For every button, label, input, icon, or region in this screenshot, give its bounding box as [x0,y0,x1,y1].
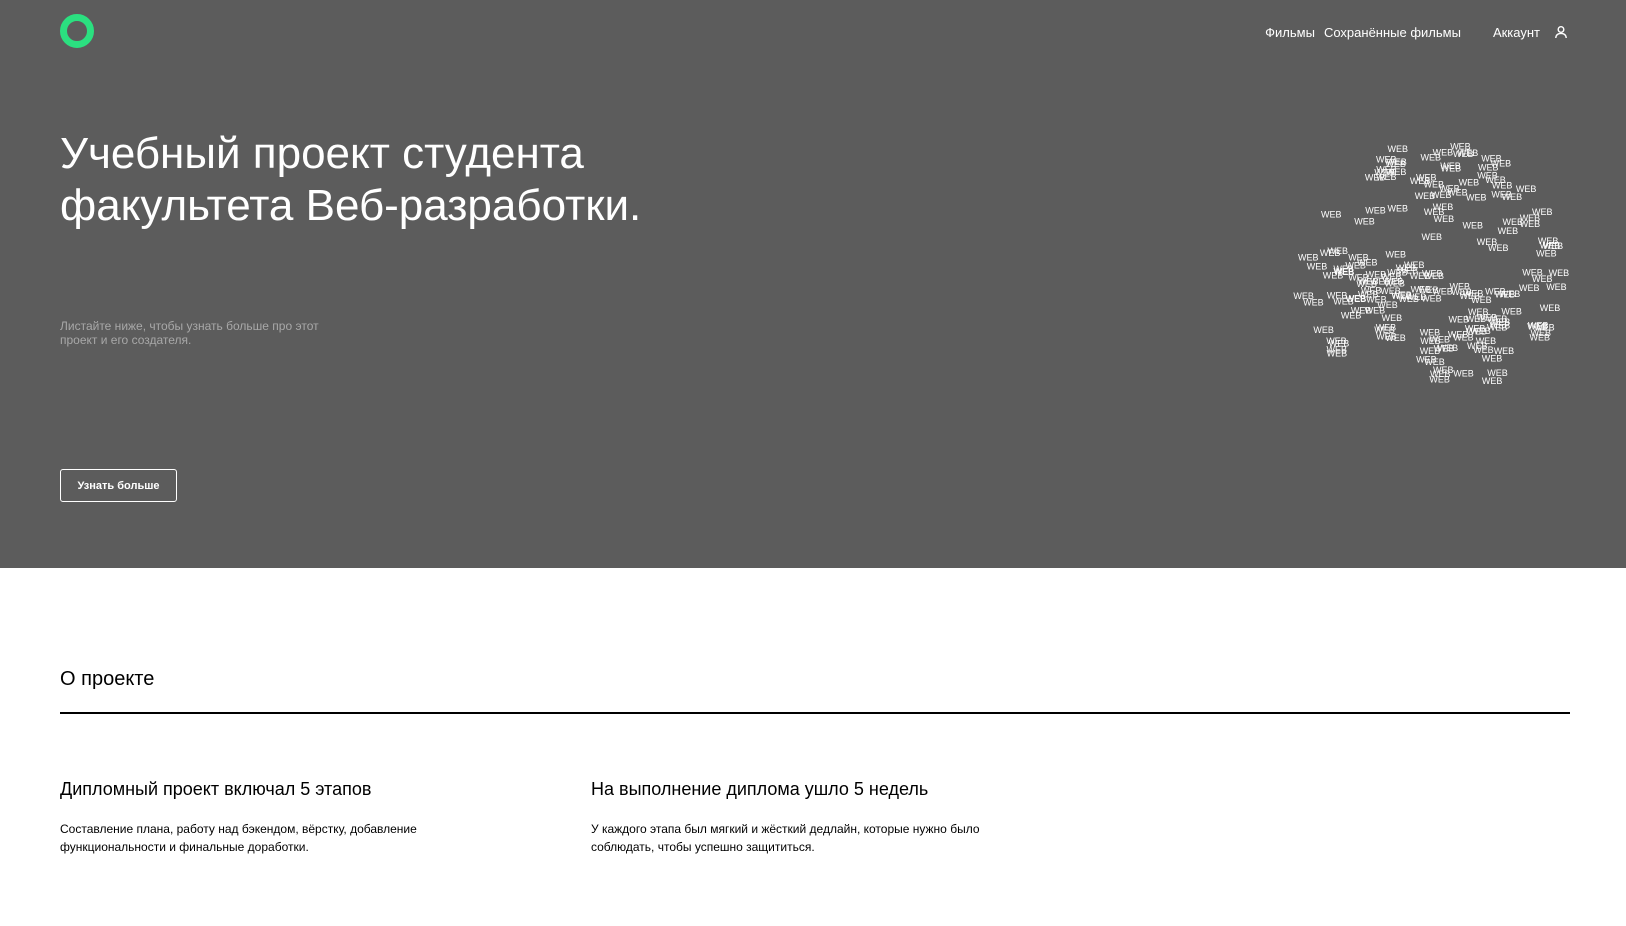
globe-web-word: WEB [1536,249,1557,259]
globe-web-word: WEB [1540,303,1561,313]
globe-web-word: WEB [1440,161,1461,171]
globe-web-word: WEB [1327,291,1348,301]
globe-web-word: WEB [1357,257,1378,267]
globe-web-word: WEB [1429,374,1450,384]
learn-more-button[interactable]: Узнать больше [60,469,177,502]
globe-web-word: WEB [1398,266,1419,276]
about-project-title: О проекте [60,668,155,690]
globe-web-word: WEB [1313,325,1334,335]
globe-web-word: WEB [1477,170,1498,180]
globe-web-word: WEB [1532,274,1553,284]
globe-web-word: WEB [1386,250,1407,260]
stages-text: Составление плана, работу над бэкендом, … [60,822,417,854]
globe-web-word: WEB [1365,173,1386,183]
globe-web-word: WEB [1356,279,1377,289]
stages-column: Дипломный проект включал 5 этапов Состав… [60,778,480,856]
globe-web-word: WEB [1487,368,1508,378]
globe-web-word: WEB [1321,209,1342,219]
globe-web-word: WEB [1424,271,1445,281]
globe-web-word: WEB [1328,246,1349,256]
weeks-heading: На выполнение диплома ушло 5 недель [591,779,929,799]
globe-web-word: WEB [1365,205,1386,215]
globe-web-word: WEB [1422,232,1443,242]
globe-web-word: WEB [1388,144,1409,154]
globe-web-word: WEB [1491,189,1512,199]
hero-title: Учебный проект студента факультета Веб-р… [60,129,642,230]
hero-section: Фильмы Сохранённые фильмы Аккаунт Учебны… [0,0,1626,568]
globe-web-word: WEB [1516,184,1537,194]
nav-films-link[interactable]: Фильмы [1265,25,1315,40]
globe-web-word: WEB [1376,332,1397,342]
globe-web-word: WEB [1439,184,1460,194]
globe-web-word: WEB [1498,226,1519,236]
stages-heading: Дипломный проект включал 5 этапов [60,779,372,799]
globe-web-word: WEB [1495,290,1516,300]
globe-web-word: WEB [1487,323,1508,333]
globe-web-word: WEB [1334,267,1355,277]
globe-web-word: WEB [1416,355,1437,365]
globe-web-word: WEB [1467,341,1488,351]
globe-web-word: WEB [1453,369,1474,379]
globe-web-word: WEB [1346,294,1367,304]
logo-icon[interactable] [60,14,94,48]
globe-web-word: WEB [1463,220,1484,230]
globe-web-word: WEB [1366,294,1387,304]
globe-web-word: WEB [1538,236,1559,246]
globe-web-word: WEB [1519,283,1540,293]
globe-web-word: WEB [1354,216,1375,226]
globe-web-word: WEB [1376,154,1397,164]
globe-web-word: WEB [1531,328,1552,338]
globe-web-word: WEB [1421,152,1442,162]
globe-web-word: WEB [1481,154,1502,164]
globe-web-word: WEB [1420,328,1441,338]
nav-account-link[interactable]: Аккаунт [1493,25,1540,40]
globe-web-word: WEB [1450,142,1471,152]
section-divider [60,712,1570,714]
globe-web-word: WEB [1392,291,1413,301]
globe-web-word: WEB [1327,345,1348,355]
globe-web-word: WEB [1466,327,1487,337]
globe-web-word: WEB [1351,306,1372,316]
globe-web-word: WEB [1307,262,1328,272]
weeks-column: На выполнение диплома ушло 5 недель У ка… [591,778,1011,856]
globe-web-word: WEB [1411,285,1432,295]
globe-web-word: WEB [1415,191,1436,201]
globe-web-word: WEB [1532,207,1553,217]
main-nav: Фильмы Сохранённые фильмы Аккаунт [1265,22,1568,42]
hero-subtitle: Листайте ниже, чтобы узнать больше про э… [60,319,319,347]
globe-web-word: WEB [1388,204,1409,214]
globe-web-word: WEB [1416,173,1437,183]
globe-web-word: WEB [1424,207,1445,217]
header: Фильмы Сохранённые фильмы Аккаунт [60,12,1568,48]
weeks-text: У каждого этапа был мягкий и жёсткий дед… [591,822,980,854]
globe-web-word: WEB [1466,192,1487,202]
globe-web-word: WEB [1460,291,1481,301]
globe-web-word: WEB [1459,177,1480,187]
web-globe-illustration: WEB WEB WEB WEB WEB WEB WEB WEB WEB WEB WEB WEB WEB W… [1293,142,1569,386]
globe-web-word: WEB [1488,243,1509,253]
nav-saved-films-link[interactable]: Сохранённые фильмы [1324,25,1461,40]
user-icon[interactable] [1554,25,1568,39]
globe-web-word: WEB [1293,291,1314,301]
globe-web-word: WEB [1494,346,1515,356]
